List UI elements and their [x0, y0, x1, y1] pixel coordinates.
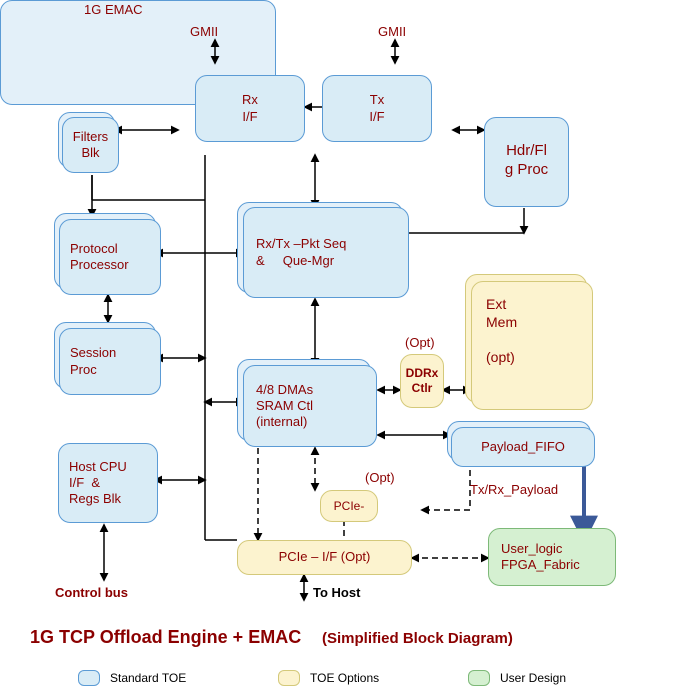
legend-opt-swatch [278, 670, 300, 686]
user-logic-block: User_logic FPGA_Fabric [488, 528, 616, 586]
protocol-processor-text: Protocol Processor [70, 241, 129, 274]
legend-user-label: User Design [500, 671, 566, 685]
diagram-title-main: 1G TCP Offload Engine + EMAC [30, 627, 301, 648]
host-cpu-block: Host CPU I/F & Regs Blk [58, 443, 158, 523]
pkt-seq-block: Rx/Tx –Pkt Seq & Que-Mgr [243, 207, 409, 298]
session-proc-text: Session Proc [70, 345, 116, 378]
legend-opt-label: TOE Options [310, 671, 379, 685]
ddrx-ctlr-text: DDRx Ctlr [406, 366, 439, 396]
hdr-flg-text: Hdr/Fl g Proc [505, 142, 548, 180]
diagram-title-sub: (Simplified Block Diagram) [322, 630, 513, 647]
ext-mem-text: Ext Mem (opt) [486, 296, 517, 366]
legend-std-label: Standard TOE [110, 671, 186, 685]
pcie-if-text: PCIe – I/F (Opt) [279, 549, 371, 565]
host-cpu-text: Host CPU I/F & Regs Blk [69, 459, 127, 508]
pcie-small-block: PCIe- [320, 490, 378, 522]
dmas-block: 4/8 DMAs SRAM Ctl (internal) [243, 365, 377, 447]
user-logic-text: User_logic FPGA_Fabric [501, 541, 580, 574]
tx-if-block: Tx I/F [322, 75, 432, 142]
diagram-canvas: GMII GMII 1G EMAC Rx I/F Tx I/F Filters … [0, 0, 691, 700]
rx-if-text: Rx I/F [242, 92, 258, 125]
filters-block: Filters Blk [62, 117, 119, 173]
legend-user-swatch [468, 670, 490, 686]
ddrx-ctlr-block: DDRx Ctlr [400, 354, 444, 408]
gmii-right-label: GMII [378, 24, 406, 39]
payload-fifo-block: Payload_FIFO [451, 427, 595, 467]
filters-text: Filters Blk [73, 129, 108, 162]
emac-title: 1G EMAC [84, 2, 143, 17]
pcie-if-block: PCIe – I/F (Opt) [237, 540, 412, 575]
rx-if-block: Rx I/F [195, 75, 305, 142]
protocol-processor-block: Protocol Processor [59, 219, 161, 295]
opt-label-2: (Opt) [365, 470, 395, 485]
to-host-label: To Host [313, 585, 360, 600]
payload-fifo-text: Payload_FIFO [481, 439, 565, 455]
tx-if-text: Tx I/F [369, 92, 384, 125]
pcie-small-text: PCIe- [334, 499, 365, 514]
legend-std-swatch [78, 670, 100, 686]
ext-mem-block: Ext Mem (opt) [471, 281, 593, 410]
session-proc-block: Session Proc [59, 328, 161, 395]
dmas-text: 4/8 DMAs SRAM Ctl (internal) [256, 382, 313, 431]
control-bus-label: Control bus [55, 585, 128, 600]
pkt-seq-text: Rx/Tx –Pkt Seq & Que-Mgr [256, 236, 346, 269]
opt-label-1: (Opt) [405, 335, 435, 350]
txrx-payload-label: Tx/Rx_Payload [470, 482, 558, 497]
hdr-flg-block: Hdr/Fl g Proc [484, 117, 569, 207]
gmii-left-label: GMII [190, 24, 218, 39]
